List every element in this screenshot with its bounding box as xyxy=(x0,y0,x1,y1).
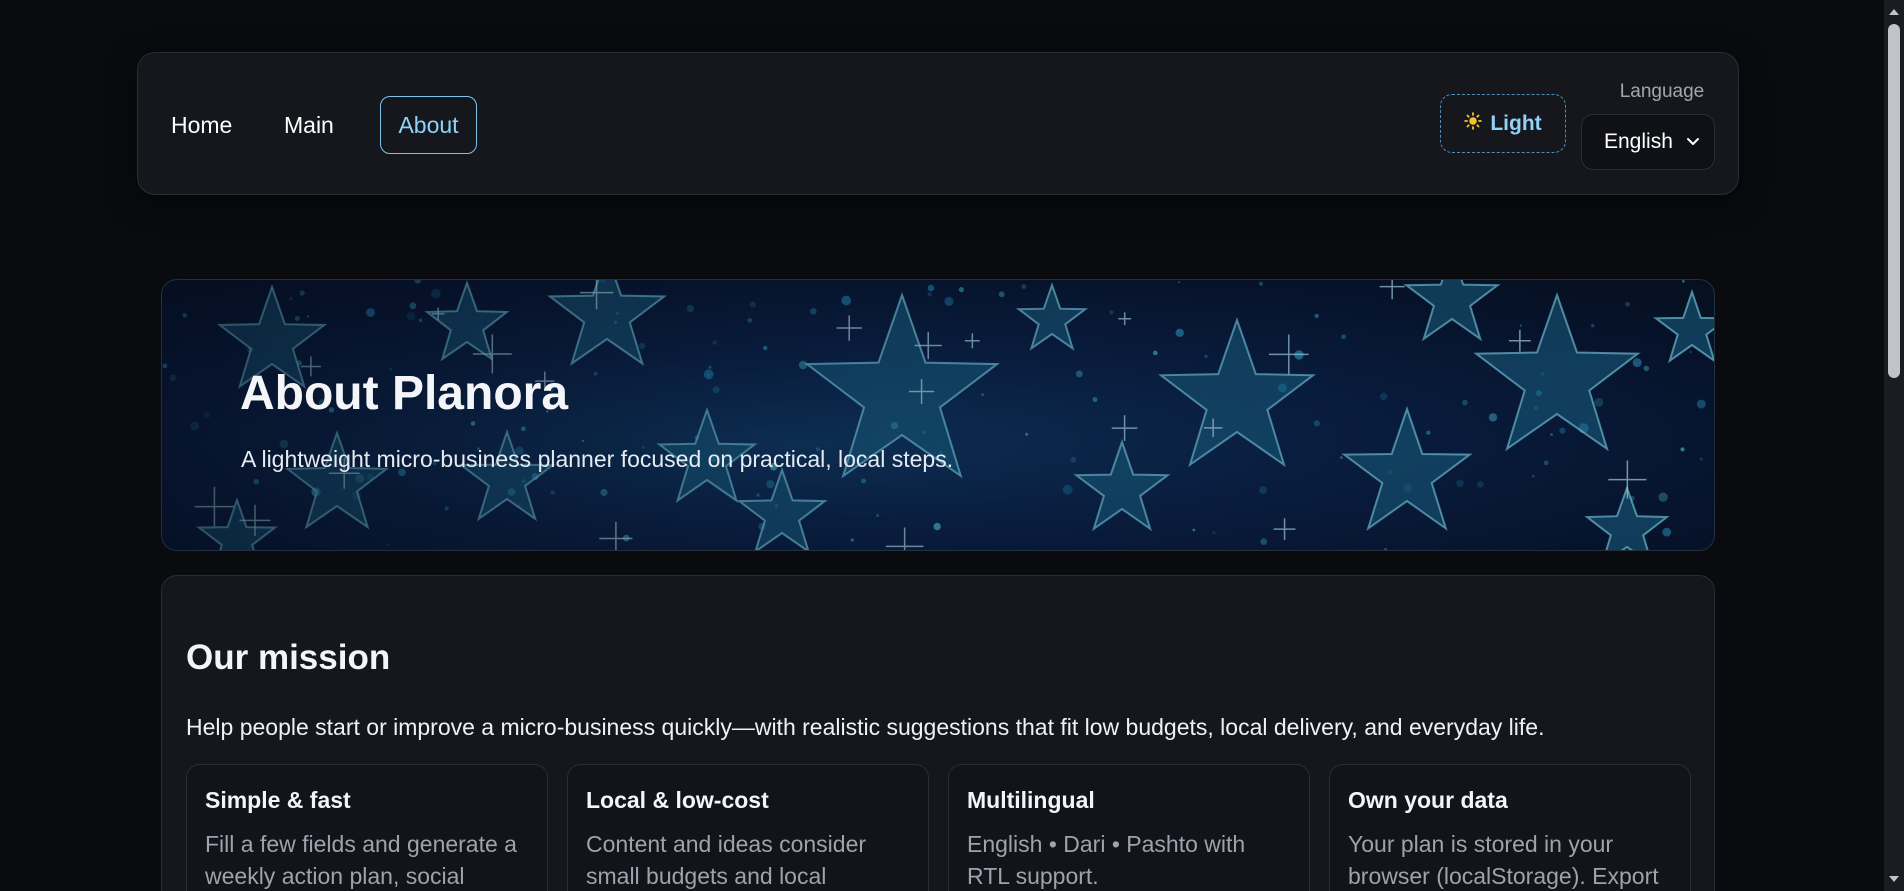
feature-card-simple-fast: Simple & fast Fill a few fields and gene… xyxy=(186,764,548,891)
feature-card-multilingual: Multilingual English • Dari • Pashto wit… xyxy=(948,764,1310,891)
card-body: Your plan is stored in your browser (loc… xyxy=(1348,831,1659,889)
hero-subtitle: A lightweight micro-business planner foc… xyxy=(241,446,954,472)
mission-title: Our mission xyxy=(186,638,391,677)
card-body: Fill a few fields and generate a weekly … xyxy=(205,831,517,889)
sun-icon xyxy=(1464,111,1483,136)
feature-card-local-low-cost: Local & low-cost Content and ideas consi… xyxy=(567,764,929,891)
language-selected-value: English xyxy=(1604,130,1673,153)
hero-title: About Planora xyxy=(240,367,569,420)
card-body: Content and ideas consider small budgets… xyxy=(586,831,867,889)
language-select[interactable]: English xyxy=(1581,114,1715,170)
chevron-down-icon xyxy=(1687,138,1699,145)
mission-text: Help people start or improve a micro-bus… xyxy=(186,714,1545,740)
nav-link-home[interactable]: Home xyxy=(155,96,248,154)
card-title: Simple & fast xyxy=(205,787,351,813)
page-scrollbar[interactable] xyxy=(1884,0,1904,891)
card-title: Own your data xyxy=(1348,787,1508,813)
theme-toggle-button[interactable]: Light xyxy=(1440,94,1566,153)
page: Home Main About Light Language English A… xyxy=(0,0,1884,891)
theme-toggle-label: Light xyxy=(1490,111,1542,135)
scroll-up-arrow-icon[interactable] xyxy=(1888,6,1900,18)
feature-card-own-your-data: Own your data Your plan is stored in you… xyxy=(1329,764,1691,891)
scrollbar-thumb[interactable] xyxy=(1888,24,1900,378)
card-body: English • Dari • Pashto with RTL support… xyxy=(967,831,1246,889)
card-title: Multilingual xyxy=(967,787,1095,813)
nav-link-main[interactable]: Main xyxy=(268,96,350,154)
mission-section: Our mission Help people start or improve… xyxy=(161,575,1715,891)
language-label: Language xyxy=(1619,81,1705,102)
scroll-down-arrow-icon[interactable] xyxy=(1888,873,1900,885)
top-navbar: Home Main About Light Language English xyxy=(137,52,1739,195)
card-title: Local & low-cost xyxy=(586,787,769,813)
nav-link-about[interactable]: About xyxy=(380,96,477,154)
hero-banner: About Planora A lightweight micro-busine… xyxy=(161,279,1715,551)
